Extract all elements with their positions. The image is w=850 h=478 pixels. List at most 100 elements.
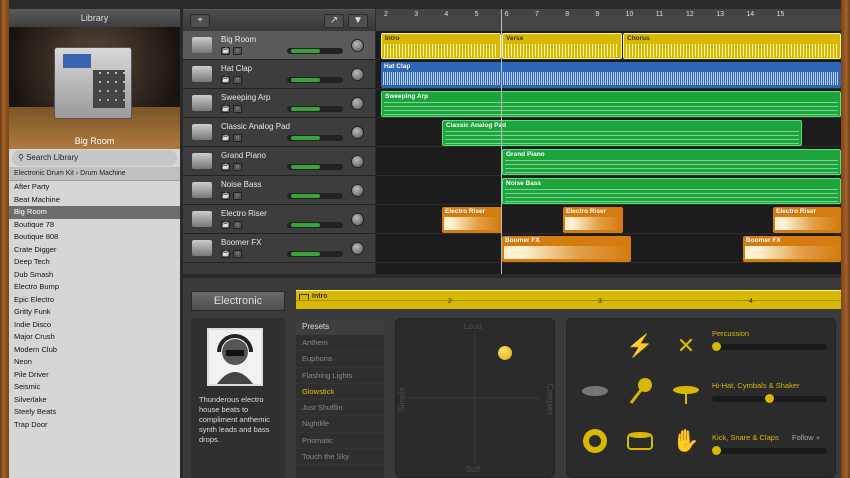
region-chorus[interactable]: Chorus	[623, 33, 841, 59]
library-item[interactable]: Crate Digger	[9, 244, 180, 257]
region-boomer-fx[interactable]: Boomer FX	[743, 236, 841, 262]
library-item[interactable]: Gritty Funk	[9, 306, 180, 319]
headphones-icon[interactable]: ○	[233, 163, 242, 171]
volume-slider[interactable]	[287, 77, 343, 83]
track-name[interactable]: Classic Analog Pad	[221, 122, 290, 131]
region-sweeping-arp[interactable]: Sweeping Arp	[381, 91, 841, 117]
editor-ruler[interactable]: 2 3 4	[296, 298, 841, 309]
kick-slider[interactable]	[712, 446, 827, 455]
pan-knob[interactable]	[351, 126, 364, 139]
headphones-icon[interactable]: ○	[233, 76, 242, 84]
volume-slider[interactable]	[287, 48, 343, 54]
region-electro-riser[interactable]: Electro Riser	[773, 207, 841, 233]
mute-icon[interactable]: ☕	[221, 76, 230, 84]
volume-slider[interactable]	[287, 135, 343, 141]
percussion-slider[interactable]	[712, 342, 827, 351]
track-header[interactable]: Electro Riser ☕ ○	[183, 205, 375, 234]
library-item[interactable]: Trap Door	[9, 419, 180, 432]
mute-icon[interactable]: ☕	[221, 221, 230, 229]
region-boomer-fx[interactable]: Boomer FX	[502, 236, 631, 262]
hihat-slider[interactable]	[712, 394, 827, 403]
track-name[interactable]: Boomer FX	[221, 238, 261, 247]
mute-icon[interactable]: ☕	[221, 134, 230, 142]
headphones-icon[interactable]: ○	[233, 134, 242, 142]
library-search-input[interactable]: ⚲ Search Library	[12, 150, 177, 166]
crossed-sticks-icon[interactable]: ✕	[671, 331, 701, 361]
preset-item[interactable]: Euphoria	[296, 351, 384, 368]
mute-icon[interactable]: ☕	[221, 105, 230, 113]
track-name[interactable]: Big Room	[221, 35, 256, 44]
region-classic-analog-pad[interactable]: Classic Analog Pad	[442, 120, 802, 146]
library-item[interactable]: Steely Beats	[9, 406, 180, 419]
library-item[interactable]: Modern Club	[9, 344, 180, 357]
library-item[interactable]: After Party	[9, 181, 180, 194]
library-item[interactable]: Dub Smash	[9, 269, 180, 282]
follow-toggle[interactable]: Follow ●	[792, 433, 820, 442]
track-header[interactable]: Noise Bass ☕ ○	[183, 176, 375, 205]
region-electro-riser[interactable]: Electro Riser	[563, 207, 623, 233]
volume-slider[interactable]	[287, 251, 343, 257]
headphones-icon[interactable]: ○	[233, 192, 242, 200]
track-name[interactable]: Hat Clap	[221, 64, 252, 73]
clap-hand-icon[interactable]: ✋	[671, 426, 701, 456]
xy-puck[interactable]	[498, 345, 513, 360]
preset-item[interactable]: Anthem	[296, 335, 384, 352]
mute-icon[interactable]: ☕	[221, 250, 230, 258]
library-item[interactable]: Deep Tech	[9, 256, 180, 269]
library-item[interactable]: Neon	[9, 356, 180, 369]
xy-pad[interactable]: Loud Soft Simple Complex	[395, 318, 555, 478]
volume-slider[interactable]	[287, 164, 343, 170]
smart-controls-icon[interactable]: ↗	[324, 14, 344, 28]
drummer-avatar[interactable]	[207, 328, 263, 386]
preset-item[interactable]: Just Shufflin	[296, 400, 384, 417]
preset-item[interactable]: Prismatic	[296, 433, 384, 450]
library-item[interactable]: Epic Electro	[9, 294, 180, 307]
library-item[interactable]: Big Room	[9, 206, 180, 219]
track-name[interactable]: Sweeping Arp	[221, 93, 270, 102]
lightning-icon[interactable]: ⚡	[625, 331, 655, 361]
filter-icon[interactable]: ▼	[348, 14, 368, 28]
preset-item[interactable]: Glowstick	[296, 384, 384, 401]
library-item[interactable]: Indie Disco	[9, 319, 180, 332]
library-item[interactable]: Electro Bump	[9, 281, 180, 294]
mute-icon[interactable]: ☕	[221, 47, 230, 55]
track-area[interactable]: Intro Verse Chorus Hat Clap Sweeping Arp…	[376, 31, 841, 274]
snare-drum-icon[interactable]	[625, 426, 655, 456]
region-verse[interactable]: Verse	[502, 33, 622, 59]
slider-knob[interactable]	[712, 446, 721, 455]
volume-slider[interactable]	[287, 193, 343, 199]
track-header[interactable]: Sweeping Arp ☕ ○	[183, 89, 375, 118]
maracas-icon[interactable]	[625, 376, 655, 406]
pan-knob[interactable]	[351, 68, 364, 81]
pan-knob[interactable]	[351, 242, 364, 255]
library-item[interactable]: Major Crush	[9, 331, 180, 344]
timeline-ruler[interactable]: 2 3 4 5 6 7 8 9 10 11 12 13 14 15	[376, 9, 841, 31]
slider-knob[interactable]	[765, 394, 774, 403]
mute-icon[interactable]: ☕	[221, 163, 230, 171]
volume-slider[interactable]	[287, 106, 343, 112]
headphones-icon[interactable]: ○	[233, 250, 242, 258]
track-name[interactable]: Electro Riser	[221, 209, 267, 218]
preset-item[interactable]: Flashing Lights	[296, 368, 384, 384]
library-item[interactable]: Silverlake	[9, 394, 180, 407]
track-header[interactable]: Boomer FX ☕ ○	[183, 234, 375, 263]
volume-slider[interactable]	[287, 222, 343, 228]
region-electro-riser[interactable]: Electro Riser	[442, 207, 502, 233]
slider-knob[interactable]	[712, 342, 721, 351]
editor-genre-title[interactable]: Electronic	[191, 291, 285, 311]
track-header[interactable]: Big Room ☕ ○	[183, 31, 375, 60]
breadcrumb-item[interactable]: Drum Machine	[80, 170, 126, 177]
pan-knob[interactable]	[351, 184, 364, 197]
track-header[interactable]: Classic Analog Pad ☕ ○	[183, 118, 375, 147]
pan-knob[interactable]	[351, 155, 364, 168]
headphones-icon[interactable]: ○	[233, 47, 242, 55]
library-item[interactable]: Beat Machine	[9, 194, 180, 207]
track-header[interactable]: Grand Piano ☕ ○	[183, 147, 375, 176]
preset-item[interactable]: Nightlife	[296, 416, 384, 433]
region-hat-clap[interactable]: Hat Clap	[381, 62, 841, 88]
preset-item[interactable]: Touch the Sky	[296, 449, 384, 466]
track-name[interactable]: Noise Bass	[221, 180, 261, 189]
region-noise-bass[interactable]: Noise Bass	[502, 178, 841, 204]
track-name[interactable]: Grand Piano	[221, 151, 266, 160]
headphones-icon[interactable]: ○	[233, 221, 242, 229]
